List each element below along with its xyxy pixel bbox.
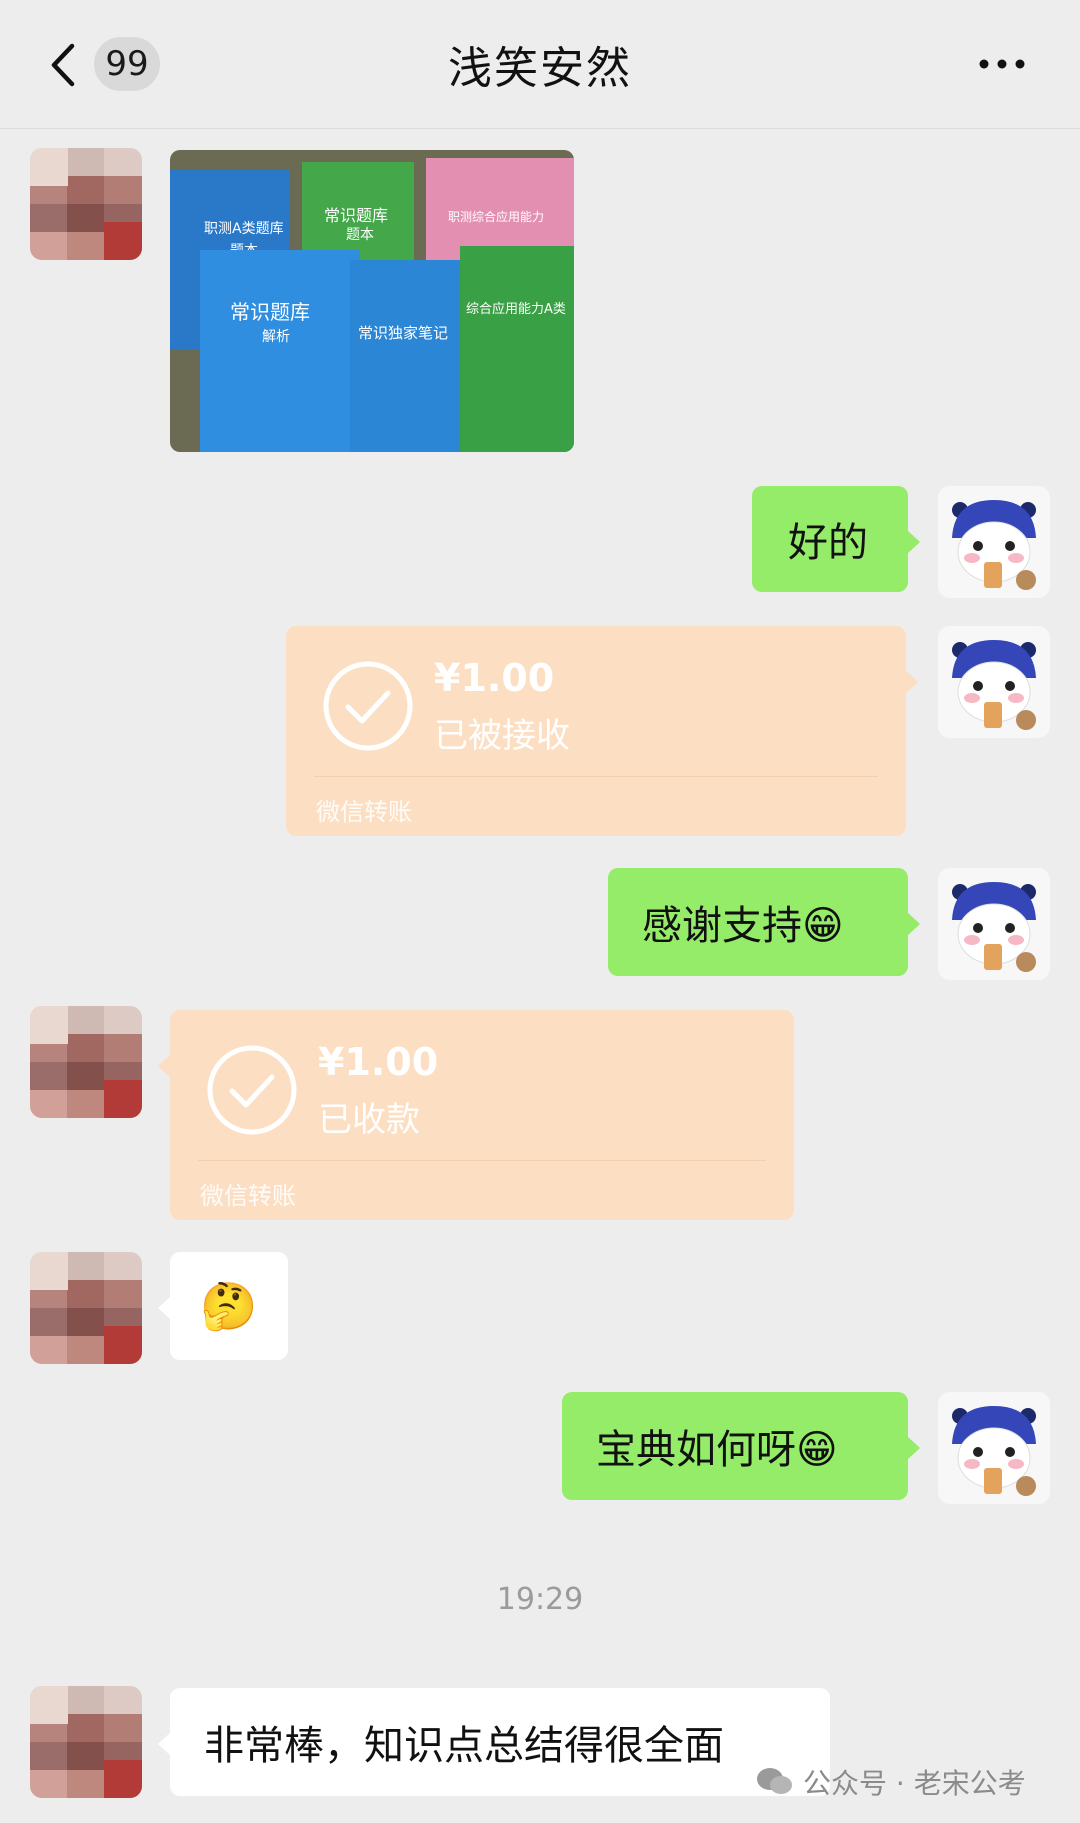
message-text: 非常棒，知识点总结得很全面 [204,1723,724,1769]
transfer-divider [314,776,878,777]
more-options-icon[interactable] [978,54,1026,74]
panda-avatar-icon [938,868,1050,980]
contact-avatar[interactable] [30,1252,142,1364]
transfer-amount: ¥1.00 [318,1040,439,1084]
wechat-logo-icon [757,1768,792,1794]
book-cover: 常识独家笔记 [350,260,470,452]
contact-avatar[interactable] [30,1686,142,1798]
transfer-status: 已收款 [318,1100,420,1140]
panda-avatar-icon [938,1392,1050,1504]
my-avatar[interactable] [938,626,1050,738]
transfer-card-received[interactable]: ¥1.00 已收款 微信转账 [158,1010,794,1220]
message-bubble-sent[interactable]: 好的 [752,486,920,592]
contact-avatar[interactable] [30,148,142,260]
message-timestamp: 19:29 [496,1582,584,1617]
message-text: 宝典如何呀😁 [596,1427,838,1473]
transfer-footer: 微信转账 [316,798,412,826]
watermark-text: 公众号 · 老宋公考 [803,1767,1026,1800]
message-bubble-sent[interactable]: 感谢支持😁 [608,868,920,976]
contact-avatar[interactable] [30,1006,142,1118]
message-bubble-received[interactable]: 🤔 [158,1252,288,1360]
check-circle-icon [323,661,413,751]
watermark: 公众号 · 老宋公考 [755,1762,1026,1802]
message-bubble-received[interactable]: 非常棒，知识点总结得很全面 [158,1688,830,1796]
transfer-footer: 微信转账 [200,1182,296,1210]
chat-header: 99 浅笑安然 [0,0,1080,129]
emoji-thinking: 🤔 [200,1278,258,1333]
message-text: 好的 [788,520,868,566]
my-avatar[interactable] [938,1392,1050,1504]
message-bubble-sent[interactable]: 宝典如何呀😁 [562,1392,920,1500]
my-avatar[interactable] [938,868,1050,980]
chat-title: 浅笑安然 [448,43,632,94]
transfer-divider [198,1160,766,1161]
transfer-card-sent[interactable]: ¥1.00 已被接收 微信转账 [286,626,918,836]
transfer-status: 已被接收 [434,716,570,756]
book-cover: 常识题库 解析 [200,250,360,452]
check-circle-icon [207,1045,297,1135]
books-photo[interactable]: 职测A类题库 题本 常识题库 题本 职测综合应用能力 常识题库 解析 常识独家笔… [170,150,574,452]
book-cover: 综合应用能力A类 [460,246,574,452]
panda-avatar-icon [938,626,1050,738]
my-avatar[interactable] [938,486,1050,598]
transfer-amount: ¥1.00 [434,656,555,700]
message-text: 感谢支持😁 [642,903,844,949]
panda-avatar-icon [938,486,1050,598]
